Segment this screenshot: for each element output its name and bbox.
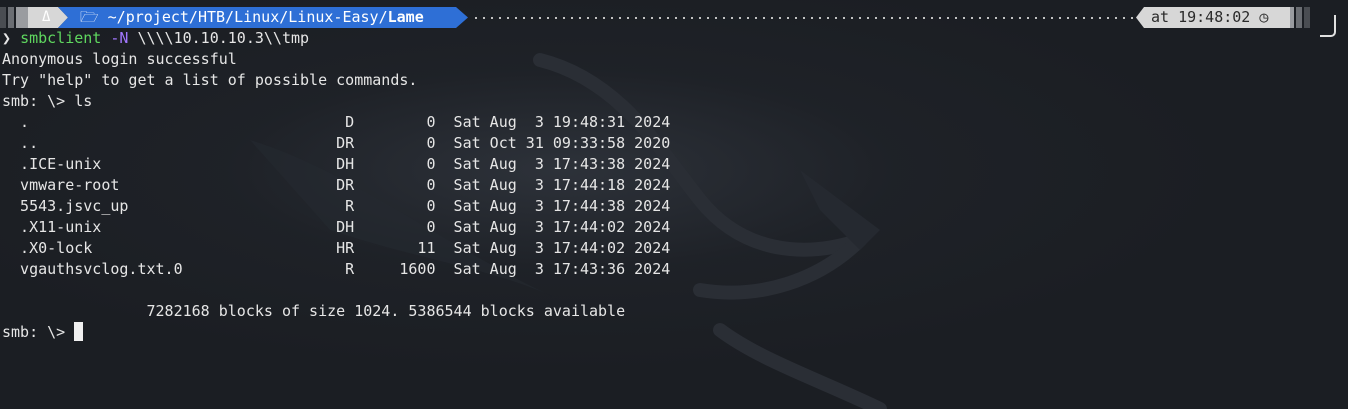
os-icon: Δ [42, 9, 51, 25]
prompt-right-cap [1290, 7, 1320, 28]
command-program: smbclient [20, 29, 102, 47]
command-line: ❯ smbclient -N \\\\10.10.10.3\\tmp [2, 28, 309, 49]
listing-row: .X11-unix DH 0 Sat Aug 3 17:44:02 2024 [2, 218, 671, 236]
blocks-summary: 7282168 blocks of size 1024. 5386544 blo… [2, 302, 626, 320]
prompt-corner-bracket [1320, 15, 1336, 37]
listing-row: vmware-root DR 0 Sat Aug 3 17:44:18 2024 [2, 176, 671, 194]
smb-prompt-line[interactable]: smb: \> [2, 322, 84, 343]
prompt-chevron: ❯ [2, 29, 12, 47]
listing-row: vgauthsvclog.txt.0 R 1600 Sat Aug 3 17:4… [2, 260, 671, 278]
listing-row: . D 0 Sat Aug 3 19:48:31 2024 [2, 113, 671, 131]
time-text: at 19:48:02 [1151, 8, 1251, 26]
folder-icon: 🗁 [80, 8, 108, 26]
command-argument: \\\\10.10.10.3\\tmp [137, 29, 310, 47]
clock-icon: ◷ [1259, 8, 1269, 26]
prompt-bar: Δ 🗁 ~/project/HTB/Linux/Linux-Easy/Lame … [0, 7, 1348, 28]
listing-row: .. DR 0 Sat Oct 31 09:33:58 2020 [2, 134, 671, 152]
path-prefix: ~/project/HTB/Linux/Linux-Easy/ [107, 8, 388, 26]
output-line-ls: smb: \> ls [2, 92, 93, 110]
listing-row: .ICE-unix DH 0 Sat Aug 3 17:43:38 2024 [2, 155, 671, 173]
path-last-segment: Lame [387, 8, 424, 26]
listing-row: .X0-lock HR 11 Sat Aug 3 17:44:02 2024 [2, 239, 671, 257]
smb-prompt: smb: \> [2, 323, 75, 341]
output-line-help: Try "help" to get a list of possible com… [2, 71, 418, 89]
current-path: 🗁 ~/project/HTB/Linux/Linux-Easy/Lame [80, 7, 424, 28]
terminal-cursor[interactable] [74, 322, 84, 341]
command-flag: -N [110, 29, 129, 47]
time-label: at 19:48:02 ◷ [1151, 7, 1268, 28]
prompt-filler-dots [472, 17, 1134, 19]
output-line-login: Anonymous login successful [2, 50, 237, 68]
listing-row: 5543.jsvc_up R 0 Sat Aug 3 17:44:38 2024 [2, 197, 671, 215]
